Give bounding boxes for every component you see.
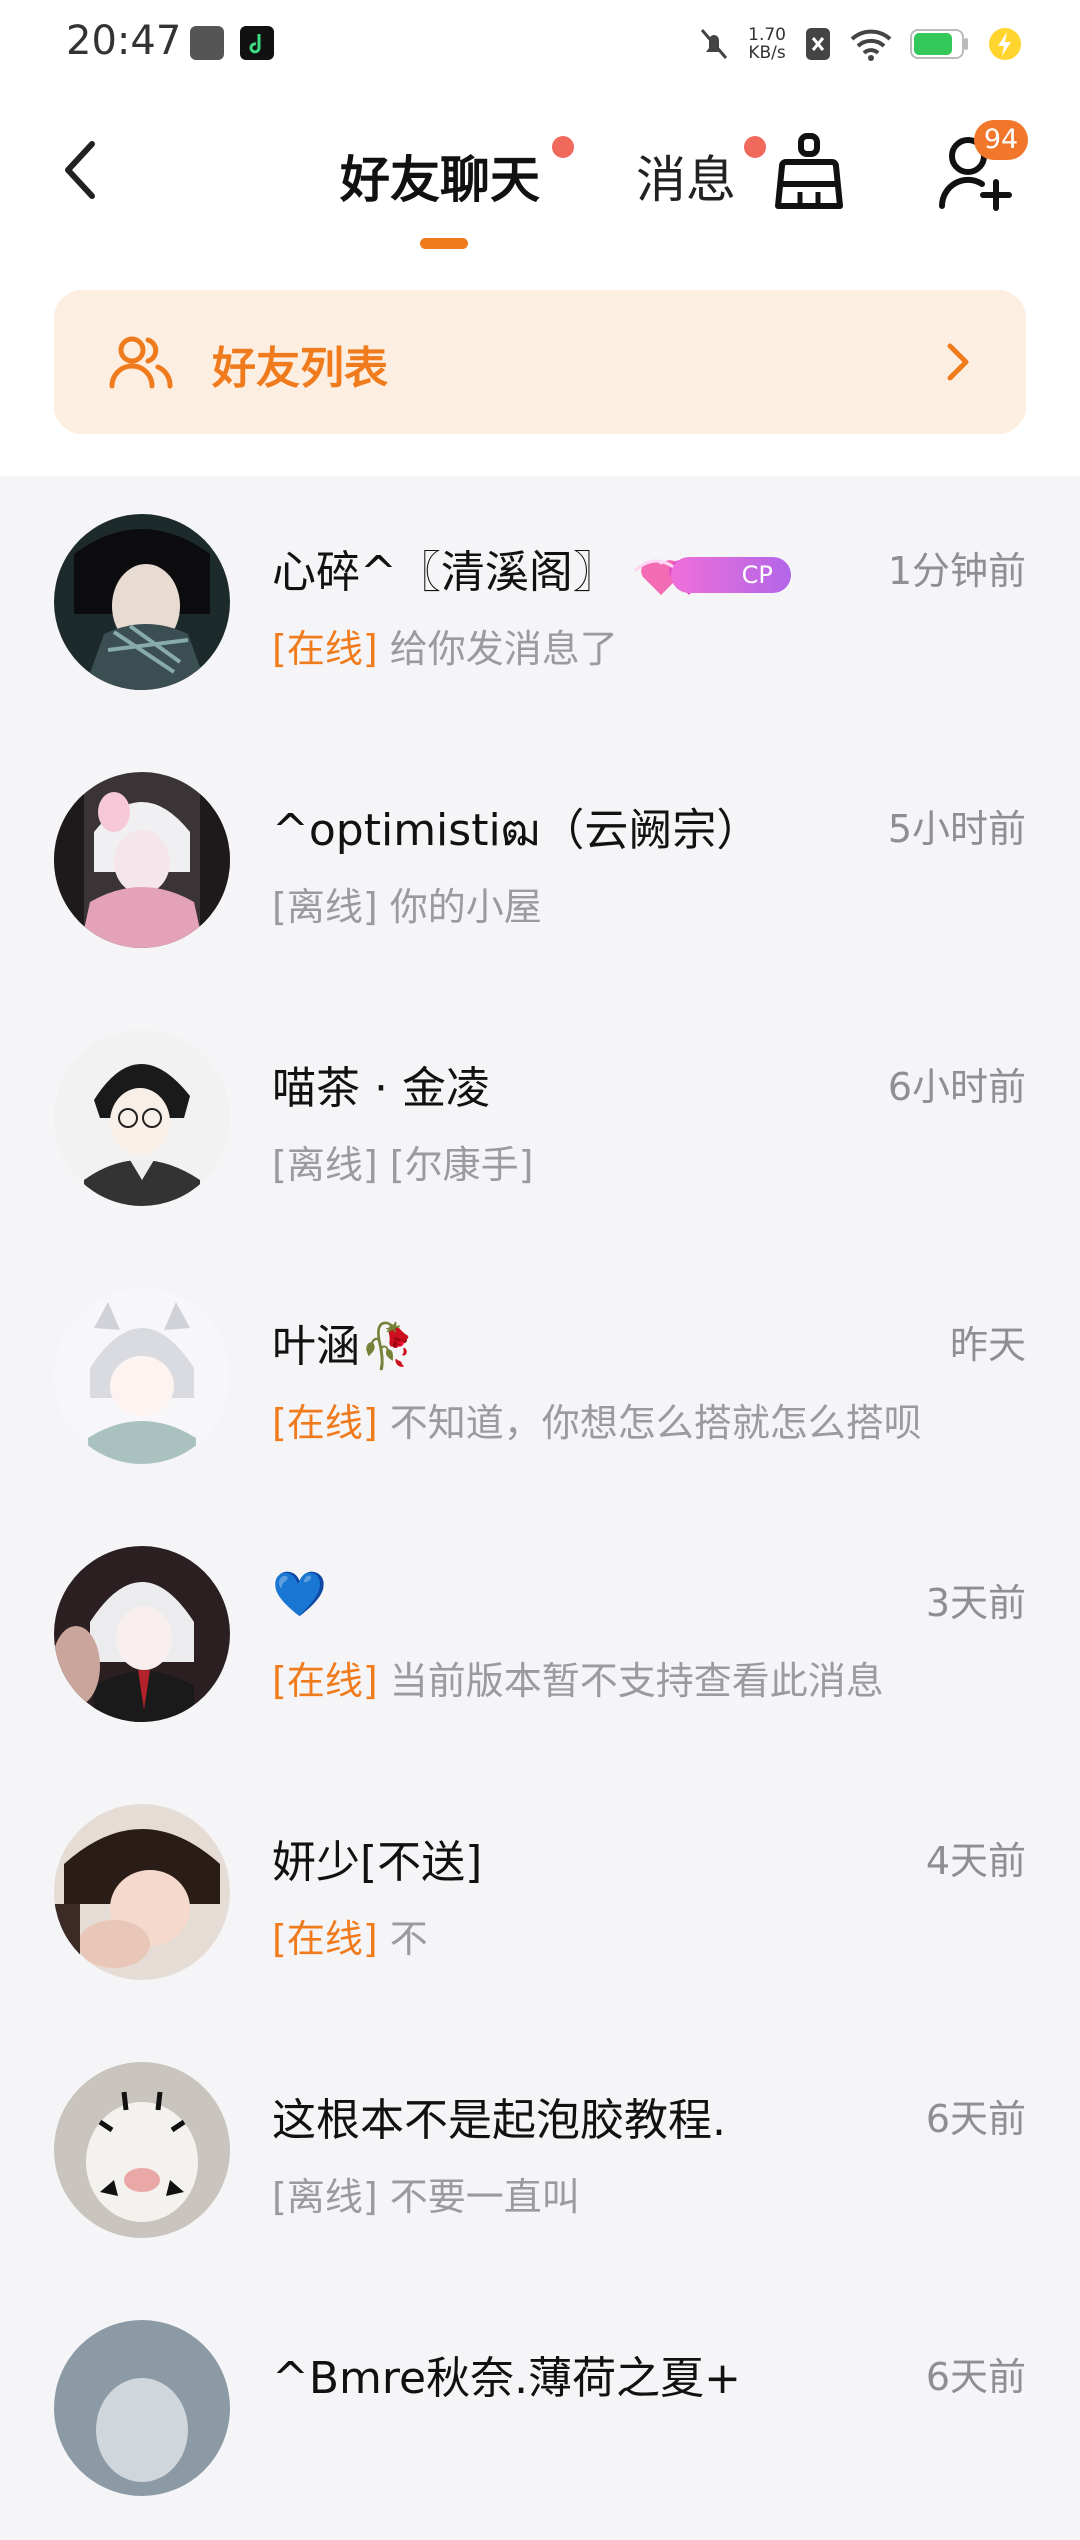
chat-time: 3天前 <box>925 1581 1026 1625</box>
active-tab-indicator <box>420 238 468 249</box>
chat-row[interactable]: ^optimistiฒ（云阙宗） 5小时前 [离线] 你的小屋 <box>0 734 1080 992</box>
chat-row[interactable]: 叶涵🥀 昨天 [在线] 不知道，你想怎么搭就怎么搭呗 <box>0 1250 1080 1508</box>
chat-subtitle: [在线] 当前版本暂不支持查看此消息 <box>272 1650 884 1705</box>
tab-messages-dot <box>744 136 766 158</box>
chat-subtitle: [在线] 给你发消息了 <box>272 618 618 673</box>
net-speed: 1.70 KB/s <box>748 25 786 63</box>
charging-icon <box>989 28 1021 60</box>
chat-subtitle: [在线] 不 <box>272 1908 428 1963</box>
chat-name: 这根本不是起泡胶教程. <box>272 2095 726 2146</box>
battery-icon <box>910 29 968 59</box>
message-preview: 给你发消息了 <box>389 627 618 671</box>
message-preview: 不知道，你想怎么搭就怎么搭呗 <box>389 1401 922 1445</box>
status-icons: 1.70 KB/s <box>698 22 1022 66</box>
back-arrow-icon[interactable] <box>58 138 102 202</box>
chat-name: ^optimistiฒ（云阙宗） <box>272 805 761 856</box>
avatar[interactable] <box>54 2062 230 2238</box>
chat-time: 1分钟前 <box>887 549 1026 593</box>
mute-bell-icon <box>701 29 728 59</box>
avatar[interactable] <box>54 1804 230 1980</box>
tab-messages[interactable]: 消息 <box>636 140 736 212</box>
music-app-icon <box>240 26 274 60</box>
top-panel: 20:47 1.70 KB/s 好友聊天 消息 94 好友列表 <box>0 0 1080 476</box>
avatar[interactable] <box>54 2320 230 2496</box>
chat-subtitle: [离线] 不要一直叫 <box>272 2166 580 2221</box>
notification-app-icon <box>190 26 224 60</box>
chevron-right-icon <box>947 343 969 381</box>
chat-name: 叶涵🥀 <box>272 1321 415 1372</box>
chat-name: ^Bmre秋奈.薄荷之夏+ <box>272 2353 741 2404</box>
online-status: [在线] <box>272 1659 378 1703</box>
friend-list-label: 好友列表 <box>212 343 388 394</box>
message-preview: 你的小屋 <box>389 885 542 929</box>
wifi-icon <box>850 29 892 61</box>
chat-list: 心碎^〖清溪阁〗 CP 1分钟前 [在线] 给你发消息了 ^optimistiฒ（… <box>0 476 1080 2540</box>
chat-row[interactable]: ^Bmre秋奈.薄荷之夏+ 6天前 <box>0 2282 1080 2540</box>
status-time: 20:47 <box>66 18 182 64</box>
chat-time: 6天前 <box>925 2355 1026 2399</box>
avatar[interactable] <box>54 772 230 948</box>
cp-badge: CP <box>631 553 791 597</box>
online-status: [在线] <box>272 1401 378 1445</box>
avatar[interactable] <box>54 514 230 690</box>
friend-request-badge: 94 <box>974 120 1028 160</box>
chat-time: 5小时前 <box>887 807 1026 851</box>
clean-broom-icon[interactable] <box>774 132 844 212</box>
message-preview: 不要一直叫 <box>389 2175 580 2219</box>
friends-icon <box>109 336 173 389</box>
avatar[interactable] <box>54 1288 230 1464</box>
offline-status: [离线] <box>272 2175 378 2219</box>
chat-name: 喵茶 · 金凌 <box>272 1063 490 1114</box>
offline-status: [离线] <box>272 1143 378 1187</box>
chat-subtitle: [在线] 不知道，你想怎么搭就怎么搭呗 <box>272 1392 922 1447</box>
message-preview: 当前版本暂不支持查看此消息 <box>389 1659 884 1703</box>
chat-subtitle: [离线] [尔康手] <box>272 1134 533 1189</box>
chat-row[interactable]: 喵茶 · 金凌 6小时前 [离线] [尔康手] <box>0 992 1080 1250</box>
chat-name: 妍少[不送] <box>272 1837 483 1888</box>
online-status: [在线] <box>272 627 378 671</box>
avatar[interactable] <box>54 1546 230 1722</box>
chat-time: 4天前 <box>925 1839 1026 1883</box>
chat-row[interactable]: 这根本不是起泡胶教程. 6天前 [离线] 不要一直叫 <box>0 2024 1080 2282</box>
chat-row[interactable]: 💙 3天前 [在线] 当前版本暂不支持查看此消息 <box>0 1508 1080 1766</box>
chat-time: 6天前 <box>925 2097 1026 2141</box>
avatar[interactable] <box>54 1030 230 1206</box>
chat-row[interactable]: 心碎^〖清溪阁〗 CP 1分钟前 [在线] 给你发消息了 <box>0 476 1080 734</box>
chat-time: 昨天 <box>949 1323 1026 1367</box>
tab-friend-chat[interactable]: 好友聊天 <box>340 140 540 212</box>
online-status: [在线] <box>272 1917 378 1961</box>
chat-time: 6小时前 <box>887 1065 1026 1109</box>
message-preview: 不 <box>389 1917 428 1961</box>
chat-row[interactable]: 妍少[不送] 4天前 [在线] 不 <box>0 1766 1080 2024</box>
friend-list-banner[interactable]: 好友列表 <box>54 290 1026 434</box>
sim-icon <box>806 28 830 60</box>
message-preview: [尔康手] <box>389 1143 534 1187</box>
chat-name: 💙 <box>272 1569 327 1620</box>
chat-subtitle: [离线] 你的小屋 <box>272 876 542 931</box>
offline-status: [离线] <box>272 885 378 929</box>
chat-name: 心碎^〖清溪阁〗 CP <box>272 536 791 600</box>
tab-friend-chat-dot <box>552 136 574 158</box>
